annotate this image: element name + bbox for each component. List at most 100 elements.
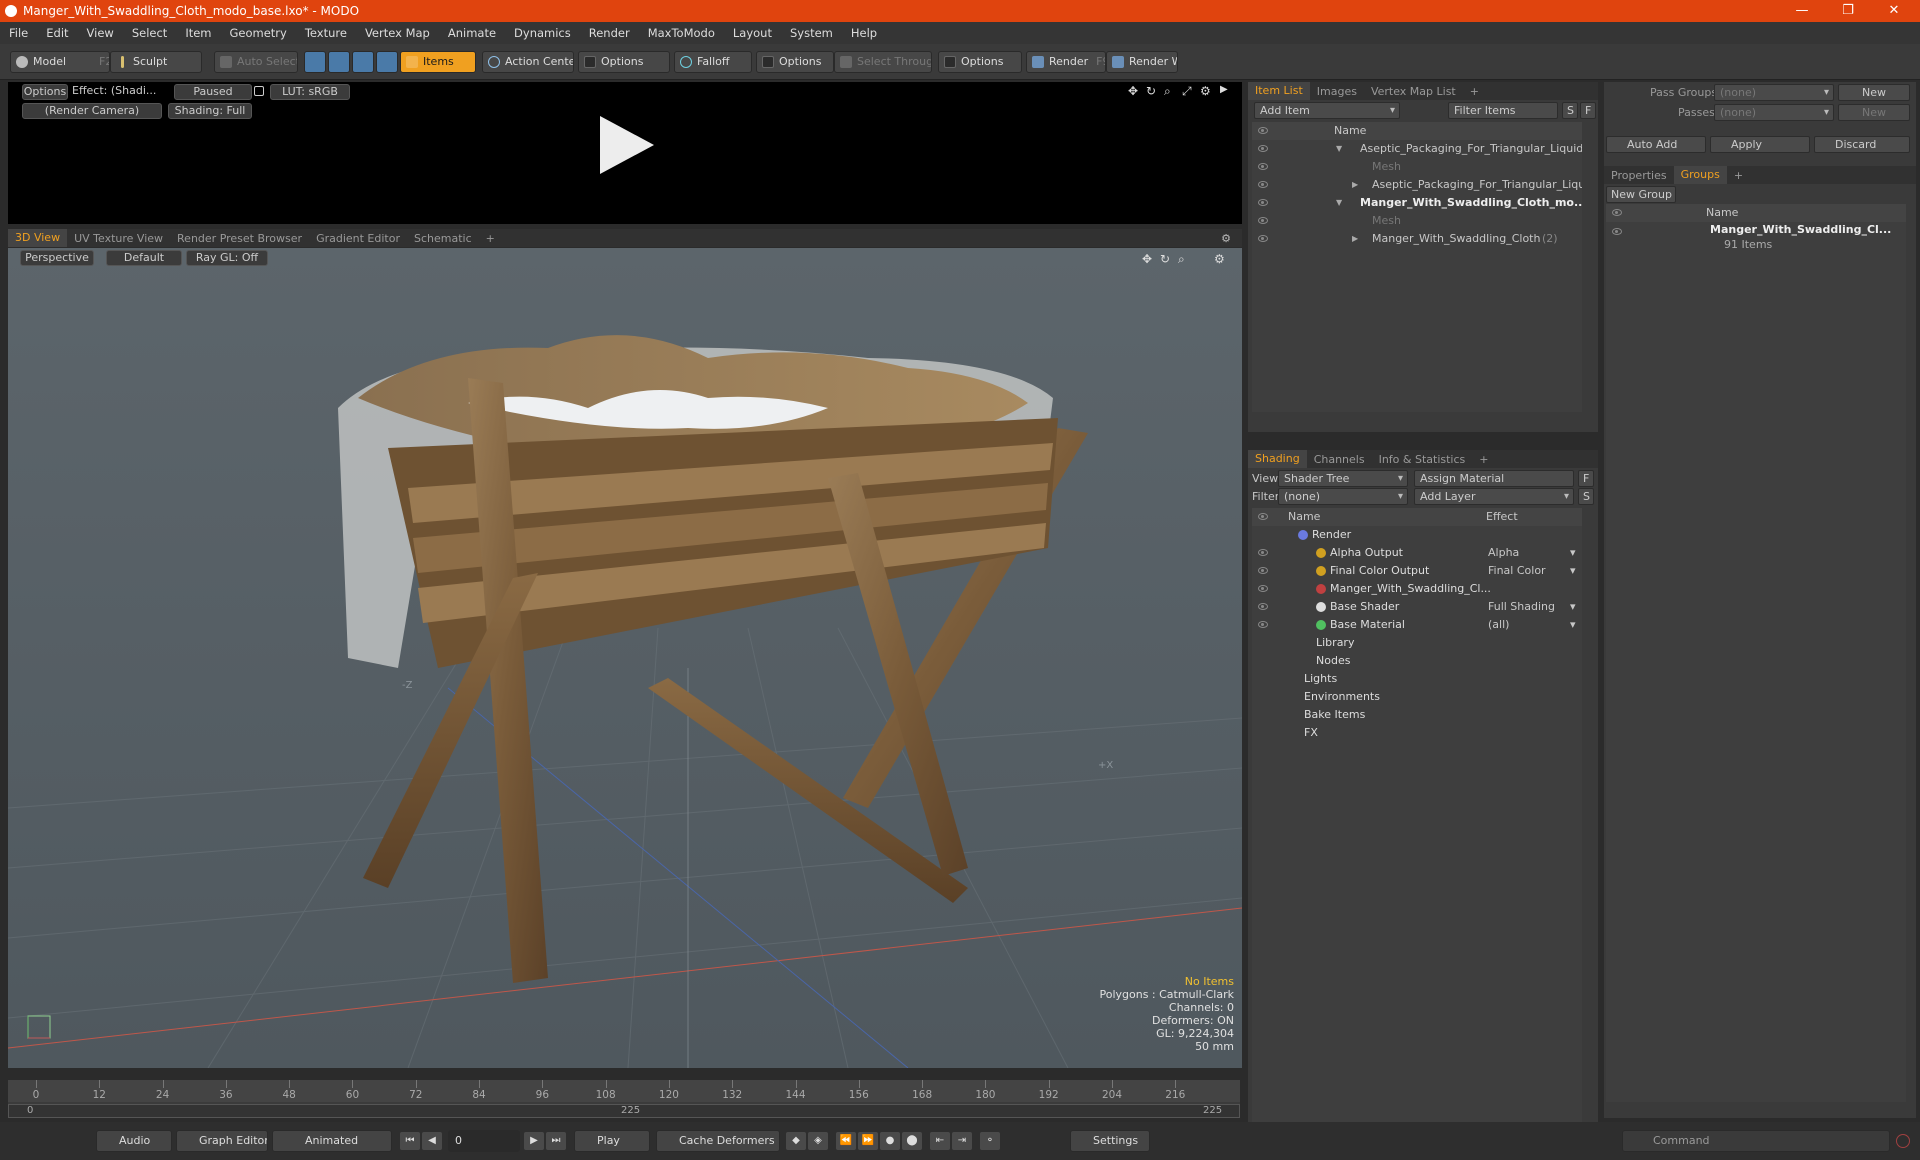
shader-tree-row[interactable]: Base Material (all) ▾ (1252, 616, 1582, 634)
discard-button[interactable]: Discard (1814, 136, 1910, 153)
shader-tree-row[interactable]: Bake Items (1252, 706, 1582, 724)
menu-layout[interactable]: Layout (724, 26, 781, 40)
chevron-down-icon[interactable]: ▾ (1570, 616, 1576, 634)
menu-render[interactable]: Render (580, 26, 639, 40)
collapse-arrow-icon[interactable]: ▼ (1336, 194, 1342, 212)
3d-viewport[interactable]: Perspective Default Ray GL: Off ✥ ↻ ⌕ ⚙ … (8, 248, 1242, 1068)
visibility-eye-icon[interactable] (1258, 585, 1268, 592)
auto-key-icon[interactable]: ◈ (808, 1132, 828, 1150)
tab-channels[interactable]: Channels (1307, 453, 1372, 466)
vertices-mode-icon[interactable] (304, 51, 326, 73)
tab-properties[interactable]: Properties (1604, 169, 1674, 182)
maximize-view-icon[interactable]: ⤢ (1182, 84, 1192, 99)
record-icon[interactable]: ● (880, 1132, 900, 1150)
visibility-eye-icon[interactable] (1258, 163, 1268, 170)
menu-maxtomodo[interactable]: MaxToModo (639, 26, 724, 40)
visibility-eye-icon[interactable] (1258, 217, 1268, 224)
select-through-options-button[interactable]: Options (938, 51, 1022, 73)
tab-add[interactable]: + (1463, 85, 1486, 98)
auto-select-button[interactable]: Auto Select (214, 51, 298, 73)
group-visibility-icon[interactable] (1612, 228, 1622, 235)
preview-effect-dropdown[interactable]: Effect: (Shadi... (72, 84, 168, 100)
tab-gradient-editor[interactable]: Gradient Editor (309, 232, 407, 245)
skip-end-icon[interactable]: ⏭ (546, 1132, 566, 1150)
apply-button[interactable]: Apply (1710, 136, 1810, 153)
item-list-row[interactable]: ▶ Manger_With_Swaddling_Cloth (2) (1252, 230, 1582, 248)
close-button[interactable]: ✕ (1874, 0, 1914, 22)
sculpt-mode-button[interactable]: Sculpt (110, 51, 202, 73)
next-key-icon[interactable]: ⏩ (858, 1132, 878, 1150)
group-row[interactable]: Manger_With_Swaddling_Cl... 91 Items (1606, 222, 1906, 256)
collapse-arrow-icon[interactable]: ▼ (1336, 140, 1342, 158)
menu-geometry[interactable]: Geometry (221, 26, 296, 40)
graph-editor-button[interactable]: Graph Editor (176, 1130, 268, 1152)
tab-item-list[interactable]: Item List (1248, 82, 1310, 100)
zoom-view-icon[interactable]: ⌕ (1164, 84, 1171, 99)
edges-mode-icon[interactable] (328, 51, 350, 73)
play-button[interactable]: Play (574, 1130, 650, 1152)
tab-groups[interactable]: Groups (1673, 166, 1727, 184)
shader-effect-dropdown[interactable]: (all) (1488, 616, 1578, 634)
new-pass-group-button[interactable]: New (1838, 84, 1910, 101)
chevron-down-icon[interactable]: ▾ (1570, 562, 1576, 580)
tab-vertex-map-list[interactable]: Vertex Map List (1364, 85, 1463, 98)
falloff-options-button[interactable]: Options (756, 51, 834, 73)
shader-tree-row[interactable]: Final Color Output Final Color ▾ (1252, 562, 1582, 580)
raygl-dropdown[interactable]: Ray GL: Off (186, 250, 268, 266)
menu-edit[interactable]: Edit (37, 26, 77, 40)
materials-mode-icon[interactable] (376, 51, 398, 73)
keyframe-icon[interactable]: ◆ (786, 1132, 806, 1150)
shader-tree-row[interactable]: Render (1252, 526, 1582, 544)
tab-images[interactable]: Images (1310, 85, 1364, 98)
shader-effect-dropdown[interactable]: Final Color (1488, 562, 1578, 580)
tab-schematic[interactable]: Schematic (407, 232, 479, 245)
shading-f-button[interactable]: F (1578, 470, 1594, 487)
item-list-row[interactable]: ▼ Manger_With_Swaddling_Cloth_mo... (1252, 194, 1582, 212)
render-window-button[interactable]: Render Window (1106, 51, 1178, 73)
shader-tree-row[interactable]: Base Shader Full Shading ▾ (1252, 598, 1582, 616)
visibility-eye-icon[interactable] (1258, 181, 1268, 188)
item-list-row[interactable]: ▶ Aseptic_Packaging_For_Triangular_Liqui.… (1252, 176, 1582, 194)
arrow-right-icon[interactable]: ▶ (1220, 84, 1228, 95)
cache-deformers-button[interactable]: Cache Deformers (656, 1130, 780, 1152)
shader-effect-dropdown[interactable]: Alpha (1488, 544, 1578, 562)
command-input[interactable]: Command (1622, 1130, 1890, 1152)
expand-arrow-icon[interactable]: ▶ (1352, 230, 1358, 248)
tab-3d-view[interactable]: 3D View (8, 229, 68, 247)
perspective-dropdown[interactable]: Perspective (20, 250, 94, 266)
visibility-eye-icon[interactable] (1258, 235, 1268, 242)
key-options-icon[interactable]: ⚬ (980, 1132, 1000, 1150)
visibility-eye-icon[interactable] (1258, 621, 1268, 628)
jump-next-icon[interactable]: ⇥ (952, 1132, 972, 1150)
chevron-down-icon[interactable]: ▾ (1570, 598, 1576, 616)
visibility-eye-icon[interactable] (1258, 199, 1268, 206)
play-icon[interactable] (592, 112, 658, 178)
tab-add[interactable]: + (479, 232, 502, 245)
expand-arrow-icon[interactable]: ▶ (1352, 176, 1358, 194)
timeline-range-bar[interactable]: 0 225 225 (8, 1104, 1240, 1118)
shading-filter-dropdown[interactable]: (none) (1278, 488, 1408, 505)
menu-item[interactable]: Item (176, 26, 220, 40)
visibility-eye-icon[interactable] (1258, 567, 1268, 574)
gear-icon[interactable]: ⚙ (1200, 84, 1211, 98)
falloff-button[interactable]: Falloff (674, 51, 752, 73)
item-list-row[interactable]: Mesh (1252, 212, 1582, 230)
menu-system[interactable]: System (781, 26, 842, 40)
item-list-f-button[interactable]: F (1580, 102, 1596, 119)
item-list-s-button[interactable]: S (1562, 102, 1578, 119)
menu-vertex-map[interactable]: Vertex Map (356, 26, 439, 40)
viewport-zoom-icon[interactable]: ⌕ (1178, 252, 1185, 267)
frame-input[interactable]: 0 (448, 1130, 520, 1152)
timeline[interactable]: 0 12 24 36 48 60 72 84 96 108 120 132 144 156 168 180 19… (8, 1080, 1240, 1118)
shader-tree-dropdown[interactable]: Shader Tree (1278, 470, 1408, 487)
shader-tree-row[interactable]: Lights (1252, 670, 1582, 688)
shader-tree-row[interactable]: Alpha Output Alpha ▾ (1252, 544, 1582, 562)
action-center-button[interactable]: Action Center (482, 51, 574, 73)
menu-help[interactable]: Help (842, 26, 886, 40)
select-through-button[interactable]: Select Through (834, 51, 932, 73)
menu-texture[interactable]: Texture (296, 26, 356, 40)
audio-button[interactable]: Audio (96, 1130, 172, 1152)
shader-effect-dropdown[interactable]: Full Shading (1488, 598, 1578, 616)
shader-tree-row[interactable]: Library (1252, 634, 1582, 652)
default-style-dropdown[interactable]: Default (106, 250, 182, 266)
